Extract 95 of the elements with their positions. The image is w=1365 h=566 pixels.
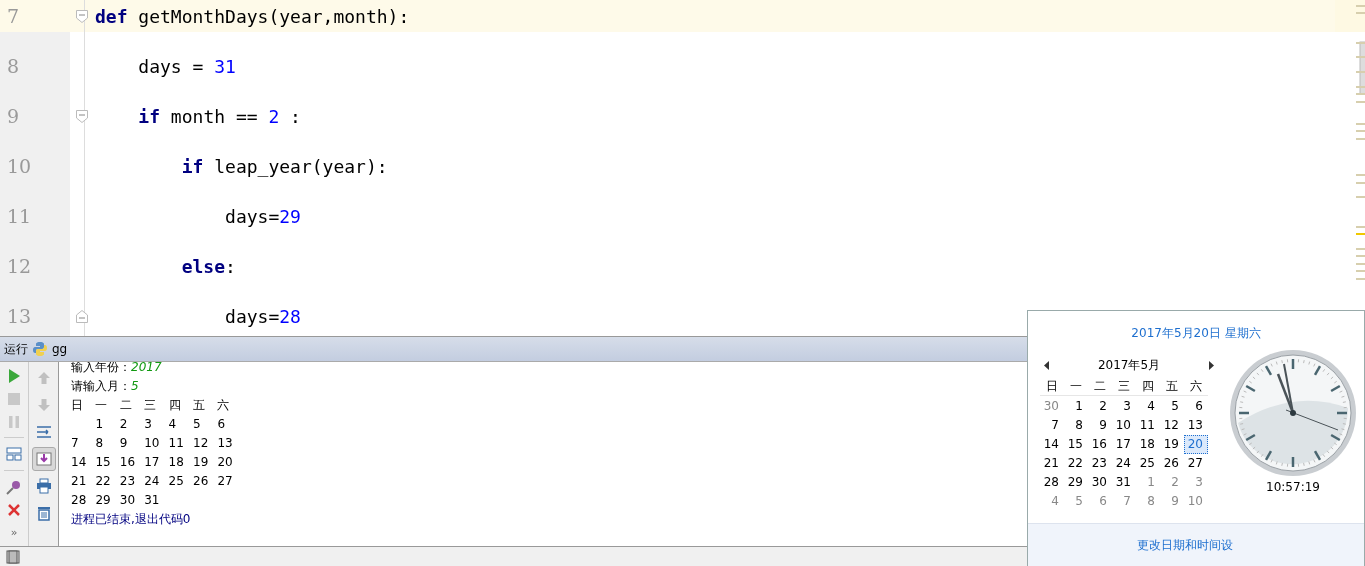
- calendar-day[interactable]: 1: [1064, 397, 1088, 416]
- code-line: if leap_year(year):: [180, 155, 388, 177]
- fold-icon[interactable]: [76, 9, 88, 23]
- calendar-day[interactable]: 20: [1184, 435, 1208, 454]
- calendar-day[interactable]: 29: [1064, 473, 1088, 492]
- calendar-day[interactable]: 8: [1064, 416, 1088, 435]
- stop-icon: [6, 391, 22, 408]
- clock-time: 10:57:19: [1266, 480, 1320, 494]
- console-line: 28 29 30 31: [71, 492, 160, 509]
- calendar-day[interactable]: 18: [1136, 435, 1160, 454]
- weekday-label: 五: [1160, 378, 1184, 396]
- calendar-day[interactable]: 26: [1160, 454, 1184, 473]
- layout-icon: [6, 446, 22, 463]
- calendar-day[interactable]: 27: [1184, 454, 1208, 473]
- code-line: if month == 2 :: [137, 105, 301, 127]
- calendar-day[interactable]: 25: [1136, 454, 1160, 473]
- calendar-day[interactable]: 21: [1040, 454, 1064, 473]
- code-line: days=28: [224, 305, 301, 327]
- calendar-day[interactable]: 28: [1040, 473, 1064, 492]
- weekday-label: 二: [1088, 378, 1112, 396]
- calendar-day[interactable]: 3: [1112, 397, 1136, 416]
- code-line: def getMonthDays(year,month):: [95, 5, 410, 27]
- line-number: 9: [7, 105, 20, 127]
- date-link[interactable]: 2017年5月20日 星期六: [1028, 325, 1364, 342]
- pause-icon: [6, 414, 22, 431]
- print-icon: [35, 478, 52, 494]
- weekday-label: 四: [1136, 378, 1160, 396]
- calendar-day[interactable]: 9: [1160, 492, 1184, 511]
- weekday-label: 六: [1184, 378, 1208, 396]
- calendar-day[interactable]: 22: [1064, 454, 1088, 473]
- code-line: days=29: [224, 205, 301, 227]
- weekday-label: 一: [1064, 378, 1088, 396]
- calendar-day[interactable]: 8: [1136, 492, 1160, 511]
- calendar-day[interactable]: 31: [1112, 473, 1136, 492]
- next-month-icon[interactable]: [1208, 360, 1214, 370]
- run-config-tab[interactable]: gg: [52, 342, 68, 356]
- code-line: else:: [180, 255, 236, 277]
- calendar-day[interactable]: 5: [1064, 492, 1088, 511]
- calendar-day[interactable]: 23: [1088, 454, 1112, 473]
- line-number: 10: [7, 155, 32, 177]
- scroll-to-end-icon: [35, 451, 52, 467]
- calendar-day[interactable]: 17: [1112, 435, 1136, 454]
- fold-icon[interactable]: [76, 109, 88, 123]
- calendar-day[interactable]: 30: [1088, 473, 1112, 492]
- previous-month-icon[interactable]: [1044, 360, 1050, 370]
- calendar-day[interactable]: 6: [1088, 492, 1112, 511]
- calendar-day[interactable]: 13: [1184, 416, 1208, 435]
- calendar-day[interactable]: 9: [1088, 416, 1112, 435]
- calendar-day[interactable]: 2: [1088, 397, 1112, 416]
- calendar-day[interactable]: 3: [1184, 473, 1208, 492]
- calendar-day[interactable]: 4: [1136, 397, 1160, 416]
- pin-icon: [6, 478, 22, 495]
- weekday-label: 三: [1112, 378, 1136, 396]
- month-title[interactable]: 2017年5月: [1097, 356, 1161, 374]
- calendar-day[interactable]: 6: [1184, 397, 1208, 416]
- line-number: 12: [7, 255, 32, 277]
- panel-title: 运行: [4, 340, 28, 358]
- python-icon: [32, 341, 48, 357]
- calendar-day[interactable]: 5: [1160, 397, 1184, 416]
- calendar-day[interactable]: 7: [1040, 416, 1064, 435]
- fold-icon[interactable]: [76, 309, 88, 323]
- console-line: 请输入月：5: [71, 378, 139, 395]
- console-line: 21 22 23 24 25 26 27: [71, 473, 233, 490]
- console-line: 进程已结束,退出代码0: [71, 511, 191, 528]
- calendar-day[interactable]: 1: [1136, 473, 1160, 492]
- calendar-day[interactable]: 4: [1040, 492, 1064, 511]
- calendar-day[interactable]: 19: [1160, 435, 1184, 454]
- line-number: 11: [7, 205, 32, 227]
- console-line: 7 8 9 10 11 12 13: [71, 435, 233, 452]
- calendar-day[interactable]: 7: [1112, 492, 1136, 511]
- console-line: 14 15 16 17 18 19 20: [71, 454, 233, 471]
- line-number: 7: [7, 5, 20, 27]
- weekday-label: 日: [1040, 378, 1064, 396]
- more-button[interactable]: »: [2, 522, 26, 543]
- change-date-time-link[interactable]: 更改日期和时间设: [1137, 536, 1233, 554]
- calendar-day[interactable]: 2: [1160, 473, 1184, 492]
- scroll-to-end-button[interactable]: [31, 447, 56, 471]
- calendar-day[interactable]: 16: [1088, 435, 1112, 454]
- calendar-day[interactable]: 30: [1040, 397, 1064, 416]
- calendar-day[interactable]: 11: [1136, 416, 1160, 435]
- code-line: days = 31: [137, 55, 236, 77]
- line-number: 8: [7, 55, 20, 77]
- close-icon: [6, 501, 22, 518]
- run-icon: [6, 368, 22, 385]
- panel-toggle-icon[interactable]: [6, 549, 20, 564]
- console-line: 1 2 3 4 5 6: [94, 416, 226, 433]
- calendar-day[interactable]: 12: [1160, 416, 1184, 435]
- calendar-day[interactable]: 10: [1112, 416, 1136, 435]
- calendar-day[interactable]: 10: [1184, 492, 1208, 511]
- line-number: 13: [7, 305, 32, 327]
- calendar-day[interactable]: 24: [1112, 454, 1136, 473]
- calendar-day[interactable]: 14: [1040, 435, 1064, 454]
- wrap-icon: [35, 424, 52, 440]
- calendar-day[interactable]: 15: [1064, 435, 1088, 454]
- console-line: 日 一 二 三 四 五 六: [71, 397, 230, 414]
